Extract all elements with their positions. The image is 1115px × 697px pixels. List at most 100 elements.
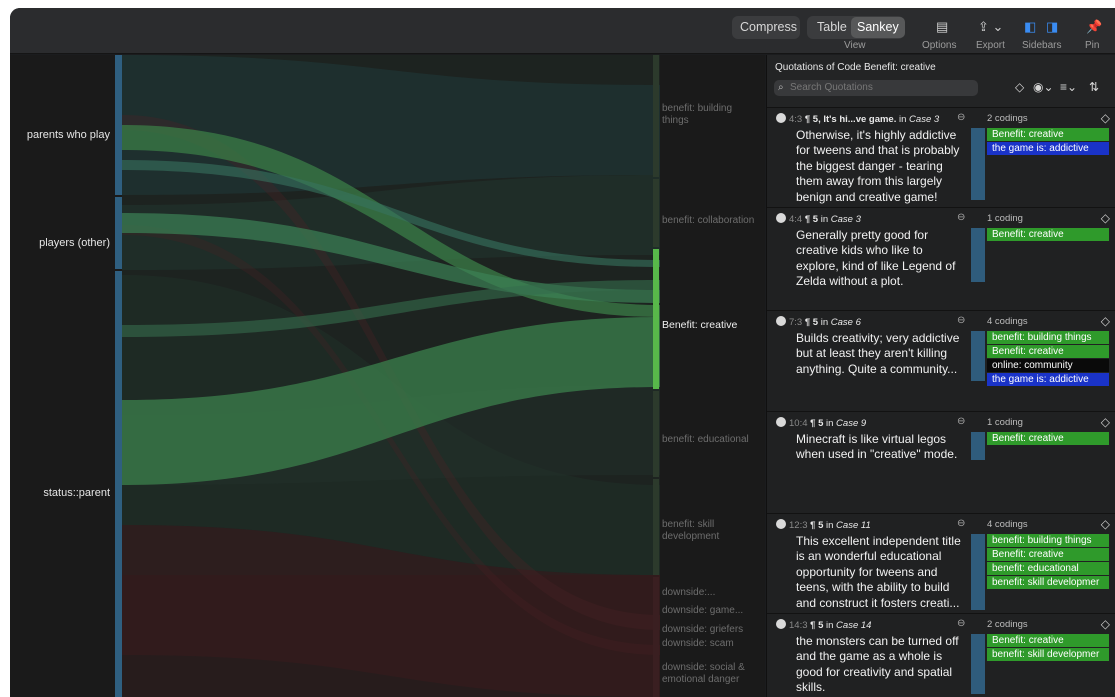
code-tag[interactable]: Benefit: creative — [987, 345, 1109, 358]
code-tag[interactable]: benefit: skill developmer — [987, 576, 1109, 589]
node-collaboration[interactable] — [653, 179, 659, 247]
pin-caption[interactable]: Pin — [1085, 40, 1099, 51]
panel-title: Quotations of Code Benefit: creative — [775, 62, 936, 73]
node-educational[interactable] — [653, 391, 659, 477]
add-code-diamond-icon[interactable]: ◇ — [1101, 415, 1110, 429]
quotation-case: Case 14 — [836, 620, 872, 631]
go-to-quotation-icon[interactable]: ⊖ — [957, 518, 965, 529]
target-label-building[interactable]: benefit: building things — [662, 103, 757, 127]
add-code-diamond-icon[interactable]: ◇ — [1101, 517, 1110, 531]
quotation-margin-bar — [971, 331, 985, 381]
quotation-case: Case 11 — [836, 520, 871, 531]
sidebar-right-icon[interactable]: ◨ — [1046, 19, 1058, 35]
target-label-educational[interactable]: benefit: educational — [662, 434, 757, 446]
quotation-card[interactable]: 12:3 ¶ 5 in Case 11 ⊖ This excellent indep… — [767, 513, 1115, 613]
target-label-scam[interactable]: downside: scam — [662, 638, 757, 650]
target-label-skill[interactable]: benefit: skill development — [662, 519, 757, 543]
code-tag[interactable]: benefit: educational — [987, 562, 1109, 575]
quotation-card[interactable]: 4:3 ¶ 5, It's hi...ve game. in Case 3 ⊖ Ot… — [767, 107, 1115, 207]
sankey-svg — [115, 55, 660, 697]
quotation-case: Case 3 — [830, 214, 861, 225]
add-code-diamond-icon[interactable]: ◇ — [1101, 617, 1110, 631]
go-to-quotation-icon[interactable]: ⊖ — [957, 112, 965, 123]
quotation-text[interactable]: Generally pretty good for creative kids … — [796, 228, 966, 290]
code-tag[interactable]: benefit: skill developmer — [987, 648, 1109, 661]
sidebar-left-icon[interactable]: ◧ — [1024, 19, 1036, 35]
target-label-downside-1[interactable]: downside:... — [662, 587, 757, 599]
options-caption[interactable]: Options — [922, 40, 956, 51]
quotation-text[interactable]: This excellent independent title is an w… — [796, 534, 966, 611]
quotation-case: Case 3 — [909, 114, 940, 125]
sort-icon[interactable]: ⇅ — [1089, 80, 1099, 94]
node-skill-development[interactable] — [653, 479, 659, 575]
node-parents-who-play[interactable] — [115, 55, 122, 195]
view-caption: View — [844, 40, 866, 51]
source-label-players[interactable]: players (other) — [12, 237, 110, 249]
options-icon[interactable]: ▤ — [936, 19, 948, 35]
code-list: Benefit: creative benefit: skill developm… — [987, 634, 1109, 662]
pin-icon[interactable]: 📌 — [1086, 19, 1102, 35]
quotation-ref: 14:3 — [789, 620, 811, 631]
search-quotations-input[interactable]: ⌕ Search Quotations — [774, 80, 978, 96]
quotation-title: ¶ 5 — [804, 317, 821, 328]
quotation-text[interactable]: Otherwise, it's highly addictive for twe… — [796, 128, 966, 205]
target-label-griefers[interactable]: downside: griefers — [662, 624, 757, 636]
code-tag[interactable]: the game is: addictive — [987, 373, 1109, 386]
quotation-ref: 4:4 — [789, 214, 805, 225]
go-to-quotation-icon[interactable]: ⊖ — [957, 618, 965, 629]
quotation-text[interactable]: Minecraft is like virtual legos when use… — [796, 432, 966, 463]
quotation-card[interactable]: 7:3 ¶ 5 in Case 6 ⊖ Builds creativity; ver… — [767, 310, 1115, 411]
quotation-margin-bar — [971, 432, 985, 460]
node-status-parent[interactable] — [115, 271, 122, 697]
eye-icon[interactable]: ◉⌄ — [1033, 80, 1054, 94]
quotation-card[interactable]: 4:4 ¶ 5 in Case 3 ⊖ Generally pretty good … — [767, 207, 1115, 310]
codings-count: 4 codings — [987, 519, 1028, 530]
quotation-card[interactable]: 10:4 ¶ 5 in Case 9 ⊖ Minecraft is like vir… — [767, 411, 1115, 513]
codings-count: 2 codings — [987, 113, 1028, 124]
target-label-downside-game[interactable]: downside: game... — [662, 605, 757, 617]
go-to-quotation-icon[interactable]: ⊖ — [957, 315, 965, 326]
target-label-social-danger[interactable]: downside: social & emotional danger — [662, 662, 757, 686]
code-list: Benefit: creative — [987, 228, 1109, 242]
compress-button[interactable]: Compress — [734, 17, 803, 38]
node-players-other[interactable] — [115, 197, 122, 269]
quotation-in: in — [899, 114, 910, 125]
node-downsides[interactable] — [653, 577, 659, 697]
toolbar: Compress Table Sankey View ▤ Options ⇪ ⌄… — [10, 8, 1115, 54]
list-icon[interactable]: ≡⌄ — [1060, 80, 1077, 94]
code-tag[interactable]: benefit: building things — [987, 534, 1109, 547]
quotation-in: in — [820, 214, 831, 225]
code-tag[interactable]: Benefit: creative — [987, 548, 1109, 561]
code-tag[interactable]: the game is: addictive — [987, 142, 1109, 155]
export-icon[interactable]: ⇪ ⌄ — [978, 19, 1003, 35]
diamond-icon[interactable]: ◇ — [1015, 80, 1024, 94]
add-code-diamond-icon[interactable]: ◇ — [1101, 111, 1110, 125]
export-caption[interactable]: Export — [976, 40, 1005, 51]
source-label-parents[interactable]: parents who play — [12, 129, 110, 141]
code-tag[interactable]: Benefit: creative — [987, 228, 1109, 241]
quotation-text[interactable]: the monsters can be turned off and the g… — [796, 634, 966, 696]
table-view-button[interactable]: Table — [811, 17, 853, 38]
quotation-card[interactable]: 14:3 ¶ 5 in Case 14 ⊖ the monsters can be … — [767, 613, 1115, 697]
search-placeholder: Search Quotations — [790, 82, 873, 93]
node-building-things[interactable] — [653, 55, 659, 177]
quotation-header: 7:3 ¶ 5 in Case 6 — [776, 316, 861, 328]
quotation-bubble-icon — [776, 619, 786, 629]
code-tag[interactable]: benefit: building things — [987, 331, 1109, 344]
target-label-creative[interactable]: Benefit: creative — [662, 319, 757, 331]
code-tag[interactable]: Benefit: creative — [987, 128, 1109, 141]
code-tag[interactable]: Benefit: creative — [987, 432, 1109, 445]
add-code-diamond-icon[interactable]: ◇ — [1101, 211, 1110, 225]
sidebars-caption[interactable]: Sidebars — [1022, 40, 1061, 51]
code-tag[interactable]: online: community — [987, 359, 1109, 372]
code-tag[interactable]: Benefit: creative — [987, 634, 1109, 647]
quotation-margin-bar — [971, 228, 985, 282]
go-to-quotation-icon[interactable]: ⊖ — [957, 212, 965, 223]
sankey-view-button[interactable]: Sankey — [851, 17, 905, 38]
node-creative[interactable] — [653, 249, 659, 389]
quotation-text[interactable]: Builds creativity; very addictive but at… — [796, 331, 966, 377]
go-to-quotation-icon[interactable]: ⊖ — [957, 416, 965, 427]
source-label-status-parent[interactable]: status::parent — [12, 487, 110, 499]
target-label-collaboration[interactable]: benefit: collaboration — [662, 215, 757, 227]
add-code-diamond-icon[interactable]: ◇ — [1101, 314, 1110, 328]
